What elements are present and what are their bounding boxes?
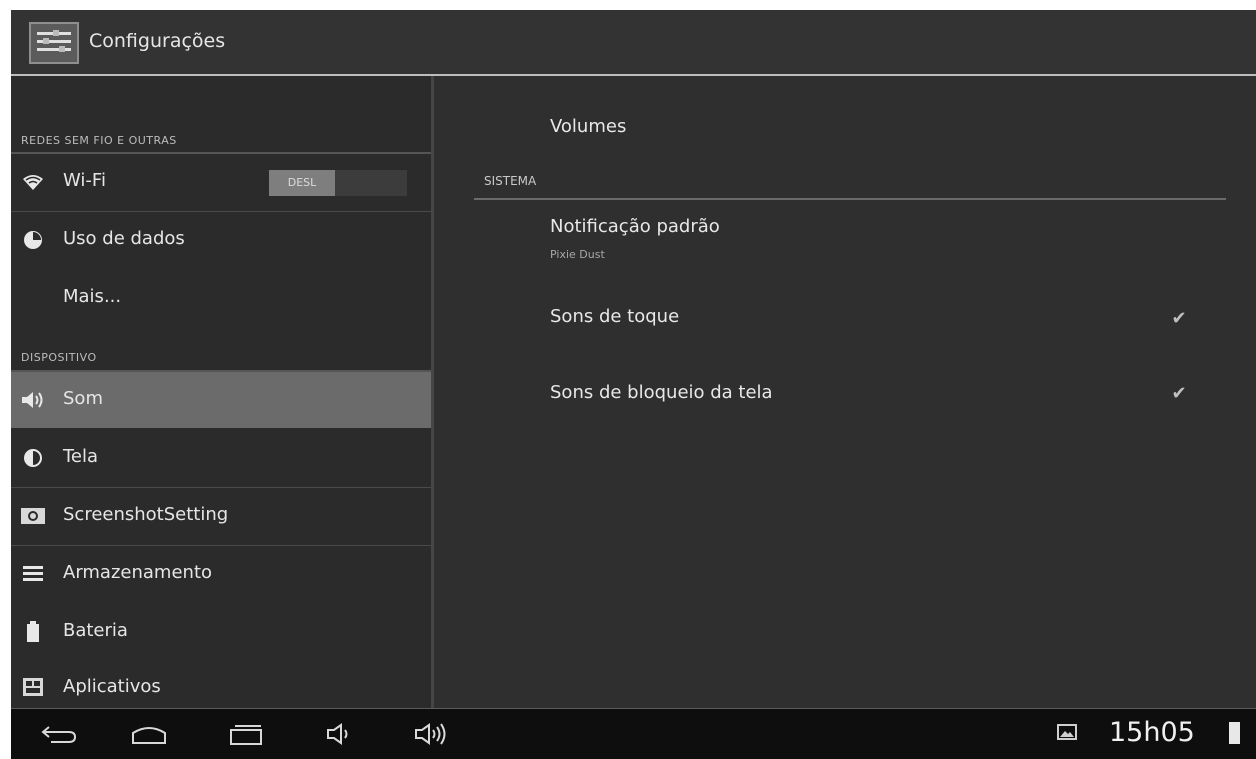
sidebar-item-label: Armazenamento	[63, 562, 213, 583]
sidebar-item-sound[interactable]: Som	[11, 372, 431, 428]
sidebar-item-more[interactable]: Mais...	[11, 272, 431, 322]
sidebar-item-data-usage[interactable]: Uso de dados	[11, 212, 431, 268]
section-header-device: DISPOSITIVO	[21, 351, 97, 364]
sidebar-item-label: Som	[63, 388, 103, 409]
back-icon[interactable]	[39, 721, 79, 747]
sidebar-item-label: Aplicativos	[63, 676, 161, 697]
wifi-toggle[interactable]: DESL	[269, 170, 407, 196]
page-title: Configurações	[89, 30, 226, 52]
wifi-icon	[23, 175, 43, 190]
touch-sounds-item[interactable]: Sons de toque	[550, 306, 1210, 336]
screenshot-notification-icon[interactable]	[1057, 724, 1077, 740]
storage-icon	[23, 566, 43, 581]
volumes-item[interactable]: Volumes	[550, 116, 626, 137]
sidebar-item-label: Wi-Fi	[63, 170, 106, 191]
battery-icon	[27, 621, 39, 642]
apps-icon	[23, 678, 43, 696]
default-notification-title: Notificação padrão	[550, 216, 720, 237]
sidebar-item-label: Bateria	[63, 620, 128, 641]
recent-apps-icon[interactable]	[225, 721, 265, 747]
sidebar-item-display[interactable]: Tela	[11, 430, 431, 486]
clock[interactable]: 15h05	[1109, 717, 1195, 748]
sidebar-item-wifi[interactable]: Wi-Fi DESL	[11, 154, 431, 210]
data-usage-icon	[24, 231, 42, 249]
touch-sounds-title: Sons de toque	[550, 306, 680, 327]
sidebar-item-label: Uso de dados	[63, 228, 185, 249]
settings-app-icon[interactable]	[29, 22, 79, 64]
lock-sounds-checkbox[interactable]: ✔	[1169, 384, 1189, 404]
home-icon[interactable]	[129, 721, 169, 747]
sidebar-item-label: ScreenshotSetting	[63, 504, 229, 525]
sidebar-item-screenshot[interactable]: ScreenshotSetting	[11, 488, 431, 544]
sidebar-item-storage[interactable]: Armazenamento	[11, 546, 431, 602]
volume-up-icon[interactable]	[413, 721, 449, 747]
sound-settings-panel: Volumes SISTEMA Notificação padrão Pixie…	[434, 76, 1256, 708]
section-divider	[474, 198, 1226, 200]
volume-down-icon[interactable]	[325, 721, 355, 747]
section-header-system: SISTEMA	[484, 174, 537, 188]
touch-sounds-checkbox[interactable]: ✔	[1169, 309, 1189, 329]
wifi-toggle-state: DESL	[269, 170, 335, 196]
action-bar: Configurações	[11, 10, 1256, 76]
battery-status-icon[interactable]	[1229, 722, 1240, 744]
brightness-icon	[24, 449, 42, 467]
section-header-wireless: REDES SEM FIO E OUTRAS	[21, 134, 177, 147]
sidebar-item-battery[interactable]: Bateria	[11, 604, 431, 660]
sidebar-item-label: Tela	[63, 446, 99, 467]
sidebar-item-label: Mais...	[63, 286, 122, 307]
default-notification-summary: Pixie Dust	[550, 248, 605, 261]
settings-window: Configurações REDES SEM FIO E OUTRAS Wi-…	[11, 10, 1256, 759]
camera-icon	[21, 508, 45, 524]
system-bar: 15h05	[11, 709, 1256, 759]
default-notification-item[interactable]: Notificação padrão Pixie Dust	[550, 216, 1190, 266]
lock-sounds-item[interactable]: Sons de bloqueio da tela	[550, 382, 1210, 412]
lock-sounds-title: Sons de bloqueio da tela	[550, 382, 773, 403]
settings-header-list: REDES SEM FIO E OUTRAS Wi-Fi DESL Uso de…	[11, 76, 431, 708]
volume-icon	[22, 392, 43, 408]
